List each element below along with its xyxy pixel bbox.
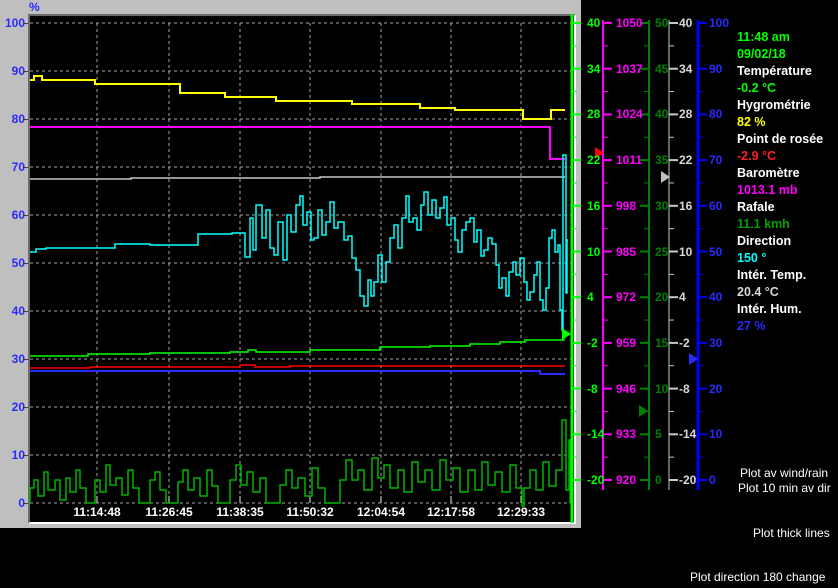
wind-kmh-axis-label: 5	[655, 427, 662, 442]
barometer-mb-axis-label: 998	[616, 198, 637, 213]
trace-barometre	[30, 126, 565, 160]
indoor-temp-c-axis-label: 10	[679, 244, 693, 259]
temperature-c-axis-label: -20	[587, 473, 605, 487]
temperature-c-axis-label: 22	[587, 153, 601, 168]
weather-display-app: % 100 90 80 70 60 50 40 30 20 10 0 11:14:48 11:26:4…	[0, 0, 838, 588]
humidity-pct-axis-label: 80	[709, 107, 723, 122]
indoor-temp-c-axis-label: 4	[679, 290, 686, 305]
temperature-c-axis-label: 40	[587, 16, 601, 30]
temperature-pointer	[562, 328, 571, 340]
option-plot-av-wind-rain[interactable]: Plot av wind/rain	[740, 466, 830, 480]
barometer-mb-axis-label: 959	[616, 335, 637, 350]
barometer-mb-axis-label: 946	[616, 381, 637, 396]
indoor-temp-c-axis-label: -2	[679, 335, 690, 350]
humidity-pct-axis-label: 40	[709, 290, 723, 305]
reading-value-direction: 150 °	[737, 251, 767, 265]
reading-label-direction: Direction	[737, 234, 792, 248]
barometer-mb-axis-label: 985	[616, 244, 637, 259]
humidity-pct-axis-label: 90	[709, 61, 723, 76]
indoor-temp-c-axis-label: -8	[679, 381, 690, 396]
temperature-c-axis-label: 4	[587, 290, 594, 305]
option-plot-thick-lines[interactable]: Plot thick lines	[753, 526, 830, 540]
wind-kmh-axis-label: 45	[655, 61, 669, 76]
wind-kmh-axis-label: 35	[655, 153, 669, 168]
reading-value-hygrometrie: 82 %	[737, 115, 766, 129]
reading-value-gust: 11.1 kmh	[737, 217, 790, 231]
wind-kmh-axis-label: 25	[655, 244, 669, 259]
reading-label-indoor-temp: Intér. Temp.	[737, 268, 807, 282]
trace-direction	[30, 154, 568, 331]
indoor-temp-c-axis-label: 22	[679, 153, 693, 168]
indoor-temp-c-axis-label: 40	[679, 16, 693, 30]
reading-value-indoor-temp: 20.4 °C	[737, 285, 779, 299]
gust-pointer	[639, 405, 648, 417]
humidity-pct-axis-label: 0	[709, 473, 716, 487]
barometer-mb-axis-label: 1037	[616, 61, 643, 76]
temperature-c-axis-label: -2	[587, 335, 598, 350]
wind-kmh-axis-label: 40	[655, 107, 669, 122]
barometer-mb-axis-label: 920	[616, 473, 637, 487]
barometer-mb-axis-label: 1024	[616, 107, 643, 122]
indoor-temp-c-axis-label: 16	[679, 198, 693, 213]
indoor-temp-c-axis-label: -14	[679, 427, 697, 442]
reading-label-dew-point: Point de rosée	[737, 132, 824, 146]
temperature-c-axis-label: 16	[587, 198, 601, 213]
reading-label-temperature: Température	[737, 64, 812, 78]
indoor-temp-c-axis-label: -20	[679, 473, 697, 487]
humidity-pct-axis-label: 60	[709, 198, 723, 213]
temperature-c-axis-label: 10	[587, 244, 601, 259]
option-plot-10min-av-dir[interactable]: Plot 10 min av dir	[738, 481, 831, 495]
reading-label-indoor-humidity: Intér. Hum.	[737, 302, 802, 316]
temperature-c-axis-label: -14	[587, 427, 605, 442]
wind-kmh-axis-label: 15	[655, 335, 669, 350]
reading-value-dew-point: -2.9 °C	[737, 149, 777, 163]
humidity-pct-axis-label: 70	[709, 153, 723, 168]
wind-kmh-axis-label: 0	[655, 473, 662, 487]
current-time: 11:48 am	[737, 30, 790, 44]
trace-hygrometrie-ext	[30, 75, 565, 120]
trace-interieur-temp	[30, 176, 565, 180]
reading-label-gust: Rafale	[737, 200, 775, 214]
trace-vent	[29, 419, 571, 507]
humidity-pct-axis-label: 50	[709, 244, 723, 259]
trace-temperature	[30, 339, 565, 357]
option-plot-direction-180-change[interactable]: Plot direction 180 change	[690, 570, 825, 584]
humidity-pct-axis-label: 20	[709, 381, 723, 396]
temperature-c-axis-label: -8	[587, 381, 598, 396]
trace-interieur-hum	[30, 370, 565, 375]
reading-value-indoor-humidity: 27 %	[737, 319, 766, 333]
wind-kmh-axis-label: 20	[655, 290, 669, 305]
current-date: 09/02/18	[737, 47, 786, 61]
barometer-mb-axis-label: 972	[616, 290, 637, 305]
wind-kmh-axis-label: 50	[655, 16, 669, 30]
temperature-c-axis-label: 34	[587, 61, 601, 76]
reading-label-barometer: Baromètre	[737, 166, 800, 180]
humidity-pct-axis-label: 30	[709, 335, 723, 350]
indoor-temp-c-axis-label: 28	[679, 107, 693, 122]
barometer-mb-axis-label: 1050	[616, 16, 643, 30]
temperature-c-axis-label: 28	[587, 107, 601, 122]
trace-point-de-rosee	[30, 364, 565, 369]
reading-label-hygrometrie: Hygrométrie	[737, 98, 811, 112]
barometer-mb-axis-label: 1011	[616, 153, 643, 168]
readings-panel: 11:48 am 09/02/18 Température -0.2 °C Hygr…	[737, 29, 837, 335]
humidity-pct-axis-label: 100	[709, 16, 730, 30]
indoor-temp-c-axis-label: 34	[679, 61, 693, 76]
barometer-mb-axis-label: 933	[616, 427, 637, 442]
wind-kmh-axis-label: 30	[655, 198, 669, 213]
humidity-pct-axis-label: 10	[709, 427, 723, 442]
reading-value-barometer: 1013.1 mb	[737, 183, 798, 197]
reading-value-temperature: -0.2 °C	[737, 81, 777, 95]
wind-kmh-axis-label: 10	[655, 381, 669, 396]
